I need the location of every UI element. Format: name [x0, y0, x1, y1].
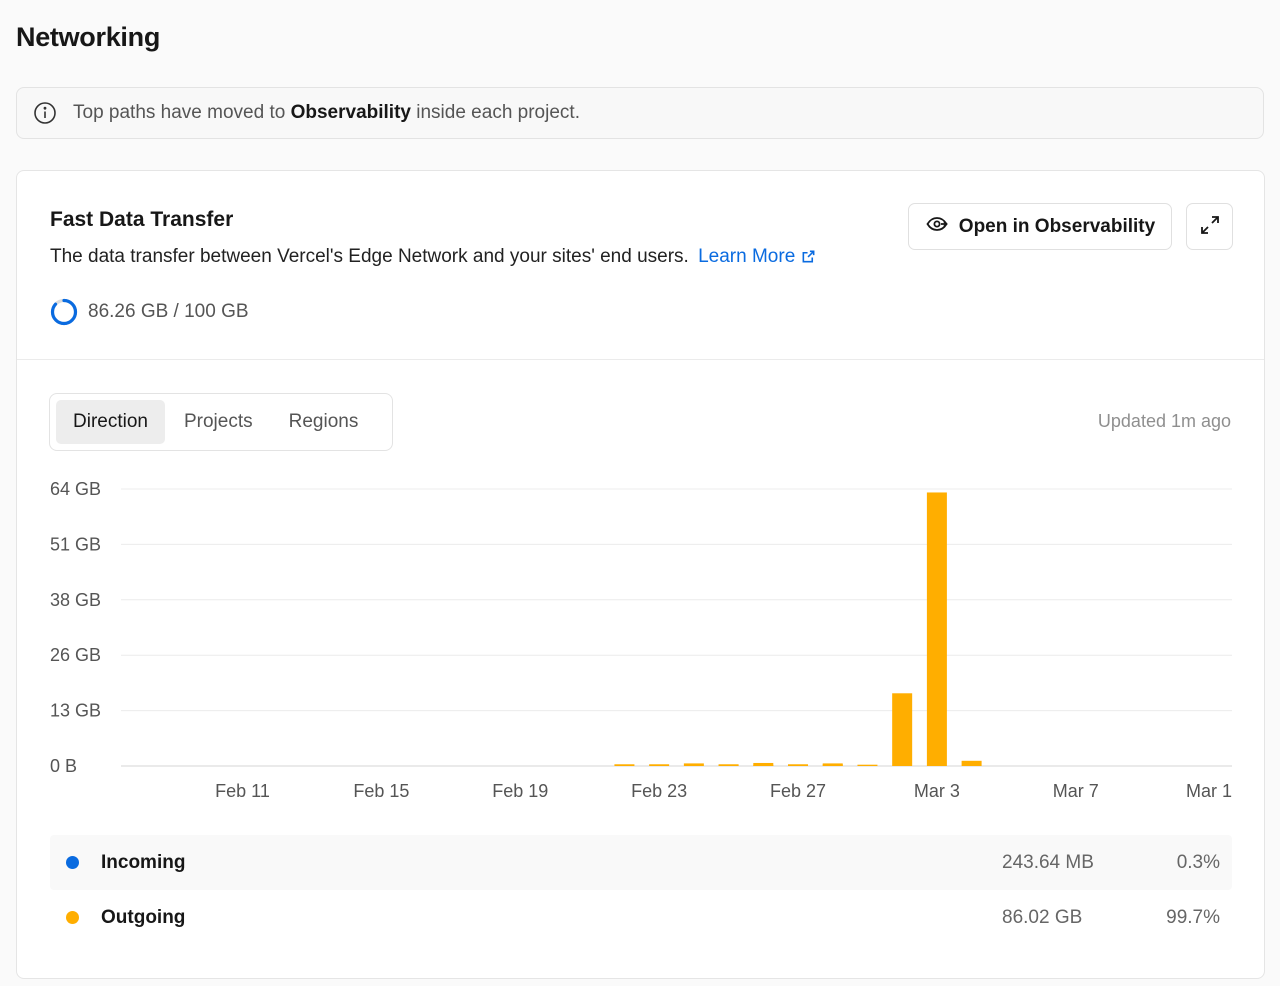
- info-icon: [33, 101, 57, 125]
- chart-grid: [121, 488, 1232, 767]
- bar-outgoing[interactable]: [753, 762, 774, 766]
- x-tick-label: Feb 15: [353, 781, 409, 801]
- legend-row-incoming[interactable]: Incoming 243.64 MB 0.3%: [50, 835, 1232, 890]
- fast-data-transfer-card: Fast Data Transfer The data transfer bet…: [16, 170, 1265, 979]
- data-transfer-chart: 0 B13 GB26 GB38 GB51 GB64 GB Feb 11 Feb 1…: [50, 479, 1232, 801]
- legend-value: 86.02 GB: [1002, 906, 1083, 928]
- x-tick-label: Feb 23: [631, 781, 687, 801]
- y-tick-label: 51 GB: [50, 534, 101, 554]
- bar-outgoing[interactable]: [822, 764, 843, 766]
- bar-outgoing[interactable]: [892, 693, 913, 766]
- legend-row-outgoing[interactable]: Outgoing 86.02 GB 99.7%: [50, 890, 1232, 945]
- info-notice: Top paths have moved to Observability in…: [16, 87, 1264, 139]
- legend-name: Outgoing: [101, 906, 186, 928]
- legend-name: Incoming: [101, 851, 186, 873]
- bar-outgoing[interactable]: [614, 764, 635, 766]
- x-tick-label: Feb 27: [770, 781, 826, 801]
- x-tick-label: Mar 3: [914, 781, 960, 801]
- x-tick-label: Feb 19: [492, 781, 548, 801]
- incoming-dot: [66, 856, 79, 869]
- y-axis-labels: 0 B 13 GB 26 GB 38 GB 51 GB 64 GB: [50, 479, 101, 776]
- y-tick-label: 38 GB: [50, 590, 101, 610]
- y-tick-label: 26 GB: [50, 645, 101, 665]
- chart-bars: [614, 492, 982, 766]
- notice-text: Top paths have moved to Observability in…: [73, 102, 580, 123]
- notice-observability: Observability: [290, 102, 411, 123]
- x-axis-labels: Feb 11 Feb 15 Feb 19 Feb 23 Feb 27 Mar 3 Mar 7…: [215, 781, 1232, 801]
- legend-percent: 99.7%: [1166, 906, 1220, 928]
- y-tick-label: 13 GB: [50, 701, 101, 721]
- bar-outgoing[interactable]: [926, 492, 947, 766]
- y-tick-label: 64 GB: [50, 479, 101, 499]
- x-tick-label: Mar 7: [1053, 781, 1099, 801]
- outgoing-dot: [66, 911, 79, 924]
- bar-outgoing[interactable]: [683, 763, 704, 766]
- bar-outgoing[interactable]: [649, 764, 670, 766]
- legend-value: 243.64 MB: [1002, 851, 1094, 873]
- bar-outgoing[interactable]: [857, 764, 878, 766]
- chart-legend: Incoming 243.64 MB 0.3% Outgoing 86.02 G…: [50, 835, 1232, 945]
- y-tick-label: 0 B: [50, 756, 77, 776]
- x-tick-label: Mar 1: [1186, 781, 1232, 801]
- bar-outgoing[interactable]: [961, 760, 982, 766]
- legend-percent: 0.3%: [1176, 851, 1220, 873]
- x-tick-label: Feb 11: [215, 781, 270, 801]
- page-title: Networking: [16, 22, 161, 52]
- bar-outgoing[interactable]: [718, 764, 739, 766]
- bar-outgoing[interactable]: [788, 764, 809, 766]
